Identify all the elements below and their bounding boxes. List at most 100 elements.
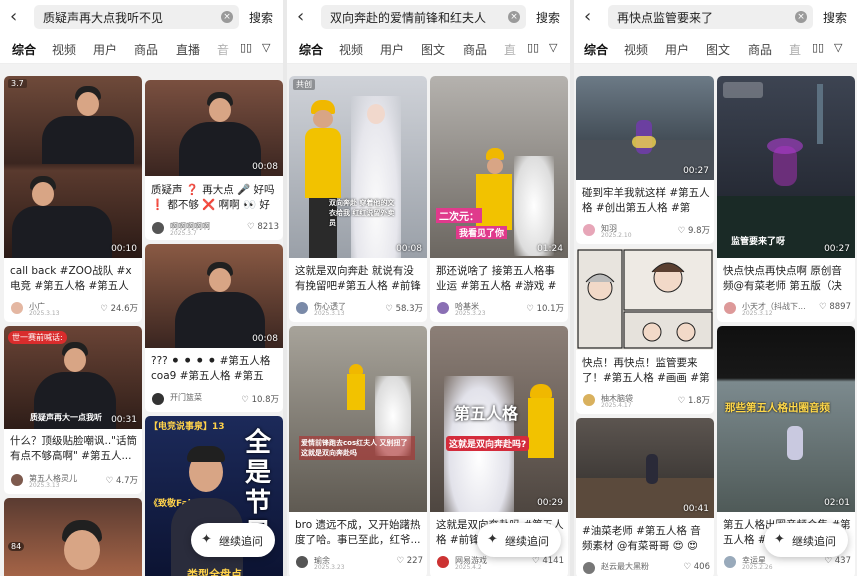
video-duration: 00:08 bbox=[252, 162, 278, 172]
video-thumbnail: 二次元： 我看见了你 01:24 bbox=[430, 76, 568, 258]
post-date: 2025.3.23 bbox=[314, 564, 345, 571]
video-card[interactable]: 84 bbox=[4, 498, 142, 576]
video-caption: 监管要来了呀 bbox=[731, 237, 786, 247]
video-card[interactable]: 00:41 #油菜老师 #第五人格 音频素材 @有菜哥哥 😍 😍 赵云最大黑粉 … bbox=[576, 418, 714, 576]
avatar[interactable] bbox=[151, 392, 165, 406]
filter-tabs: 综合 视频 用户 商品 直播 音 ▯▯ ▽ bbox=[0, 34, 283, 64]
tab-user[interactable]: 用户 bbox=[665, 41, 689, 58]
filter-icon[interactable]: ▽ bbox=[262, 42, 274, 54]
like-count: ♡ 10.8万 bbox=[241, 395, 279, 405]
video-card[interactable]: 00:08 ??? ⚫ ⚫ ⚫ ⚫ #第五人格coa9 #第五人格 #第五人..… bbox=[145, 244, 283, 412]
clear-icon[interactable]: × bbox=[508, 11, 520, 23]
video-caption-2: 我看见了你 bbox=[456, 226, 508, 239]
search-query: 双向奔赴的爱情前锋和红夫人 bbox=[330, 11, 487, 25]
video-card[interactable]: 共创 双向奔赴 穿着他的文衣给我 红红说留外卖员 00:08 这就是双向奔赴 就… bbox=[289, 76, 427, 322]
video-caption: 二次元： bbox=[436, 208, 482, 223]
video-meta: 第五人格灵儿 2025.3.13 ♡ 4.7万 bbox=[10, 473, 138, 489]
like-count: ♡ 406 bbox=[683, 562, 710, 572]
back-arrow-icon[interactable]: ‹ bbox=[297, 7, 313, 27]
tab-live[interactable]: 直播 bbox=[176, 41, 200, 58]
tab-goods[interactable]: 商品 bbox=[748, 41, 772, 58]
video-duration: 00:08 bbox=[252, 334, 278, 344]
video-duration: 00:08 bbox=[396, 244, 422, 254]
author-name[interactable]: 赵云最大黑粉 bbox=[601, 561, 649, 572]
video-meta: 小广 2025.3.13 ♡ 24.6万 bbox=[10, 301, 138, 317]
tab-video[interactable]: 视频 bbox=[339, 41, 363, 58]
search-button[interactable]: 搜索 bbox=[823, 9, 847, 26]
layout-icon[interactable]: ▯▯ bbox=[812, 42, 824, 54]
avatar[interactable] bbox=[582, 561, 596, 575]
video-card[interactable]: 00:27 碰到牢羊我就这样 #第五人格 #创出第五人格 #第五... 知羽 2… bbox=[576, 76, 714, 244]
search-input[interactable]: 双向奔赴的爱情前锋和红夫人 × bbox=[321, 5, 526, 29]
search-button[interactable]: 搜索 bbox=[249, 9, 273, 26]
avatar[interactable] bbox=[10, 301, 24, 315]
comic-illustration bbox=[577, 249, 713, 349]
filter-icon[interactable]: ▽ bbox=[834, 42, 846, 54]
tab-user[interactable]: 用户 bbox=[93, 41, 117, 58]
like-count: ♡ 8213 bbox=[247, 222, 279, 232]
layout-icon[interactable]: ▯▯ bbox=[240, 42, 252, 54]
count-badge: 3.7 bbox=[8, 79, 27, 88]
filter-icon[interactable]: ▽ bbox=[549, 42, 561, 54]
video-thumbnail: 爱情前锋跑去cos红夫人 又别扭了 这就是双向奔赴吗 bbox=[289, 326, 427, 512]
video-thumbnail: 3.7 00:10 bbox=[4, 76, 142, 258]
video-card[interactable]: 二次元： 我看见了你 01:24 那还说啥了 接第五人格事业运 #第五人格 #游… bbox=[430, 76, 568, 322]
video-card[interactable]: 世一赛前喊话: 质疑声再大一点我听 00:31 什么？顶级贴脸嘲讽.."话筒有点… bbox=[4, 326, 142, 494]
tab-goods[interactable]: 商品 bbox=[463, 41, 487, 58]
back-arrow-icon[interactable]: ‹ bbox=[10, 7, 26, 27]
tab-video[interactable]: 视频 bbox=[52, 41, 76, 58]
video-card[interactable]: 爱情前锋跑去cos红夫人 又别扭了 这就是双向奔赴吗 bro 遗远不成，又开始躇… bbox=[289, 326, 427, 576]
avatar[interactable] bbox=[723, 555, 737, 569]
layout-icon[interactable]: ▯▯ bbox=[527, 42, 539, 54]
video-thumbnail bbox=[576, 248, 714, 350]
like-count: ♡ 8897 bbox=[819, 302, 851, 312]
avatar[interactable] bbox=[151, 221, 165, 235]
sparkle-icon: ✦ bbox=[201, 532, 212, 547]
post-date: 2025.4.17 bbox=[601, 402, 632, 409]
video-card[interactable]: 快点！再快点！监管要来了！#第五人格 #画画 #第五... 柚木脑袋 2025.… bbox=[576, 248, 714, 414]
avatar[interactable] bbox=[436, 301, 450, 315]
search-input[interactable]: 质疑声再大点我听不见 × bbox=[34, 5, 239, 29]
follow-up-button[interactable]: ✦ 继续追问 bbox=[764, 523, 848, 557]
back-arrow-icon[interactable]: ‹ bbox=[584, 7, 600, 27]
like-count: ♡ 227 bbox=[396, 556, 423, 566]
video-thumbnail: 共创 双向奔赴 穿着他的文衣给我 红红说留外卖员 00:08 bbox=[289, 76, 427, 258]
avatar[interactable] bbox=[582, 223, 596, 237]
like-count: ♡ 4141 bbox=[532, 556, 564, 566]
author-name[interactable]: 开门篮菜 bbox=[170, 392, 202, 403]
like-count: ♡ 4.7万 bbox=[105, 476, 138, 486]
video-thumbnail: 监管要来了呀 00:27 bbox=[717, 76, 855, 258]
avatar[interactable] bbox=[723, 301, 737, 315]
avatar[interactable] bbox=[10, 473, 24, 487]
tab-comprehensive[interactable]: 综合 bbox=[12, 41, 36, 58]
follow-up-button[interactable]: ✦ 继续追问 bbox=[477, 523, 561, 557]
follow-up-button[interactable]: ✦ 继续追问 bbox=[191, 523, 275, 557]
tab-goods[interactable]: 商品 bbox=[134, 41, 158, 58]
video-card[interactable]: 3.7 00:10 call back #ZOO战队 #x电竞 #第五人格 #第… bbox=[4, 76, 142, 322]
like-count: ♡ 437 bbox=[824, 556, 851, 566]
clear-icon[interactable]: × bbox=[221, 11, 233, 23]
video-meta: 小天才（抖战下... 2025.3.12 ♡ 8897 bbox=[723, 301, 851, 317]
video-title: 质疑声 ❓ 再大点 🎤 好吗 ❗ 都不够 ❌ 啊啊 👀 好吗 #深... bbox=[151, 184, 275, 211]
video-thumbnail: 84 bbox=[4, 498, 142, 576]
tab-image-text[interactable]: 图文 bbox=[706, 41, 730, 58]
video-card[interactable]: 00:08 质疑声 ❓ 再大点 🎤 好吗 ❗ 都不够 ❌ 啊啊 👀 好吗 #深.… bbox=[145, 80, 283, 240]
tab-video[interactable]: 视频 bbox=[624, 41, 648, 58]
tab-comprehensive[interactable]: 综合 bbox=[299, 41, 323, 58]
video-duration: 00:29 bbox=[537, 498, 563, 508]
video-thumbnail: 世一赛前喊话: 质疑声再大一点我听 00:31 bbox=[4, 326, 142, 429]
video-card[interactable]: 监管要来了呀 00:27 快点快点再快点啊 原创音频@有菜老师 第五版（决心..… bbox=[717, 76, 855, 322]
post-date: 2025.3.13 bbox=[29, 310, 60, 317]
clear-icon[interactable]: × bbox=[795, 11, 807, 23]
tab-comprehensive[interactable]: 综合 bbox=[584, 41, 608, 58]
avatar[interactable] bbox=[582, 393, 596, 407]
avatar[interactable] bbox=[436, 555, 450, 569]
avatar[interactable] bbox=[295, 555, 309, 569]
video-caption: 爱情前锋跑去cos红夫人 又别扭了 这就是双向奔赴吗 bbox=[299, 436, 415, 460]
avatar[interactable] bbox=[295, 301, 309, 315]
tab-image-text[interactable]: 图文 bbox=[421, 41, 445, 58]
search-button[interactable]: 搜索 bbox=[536, 9, 560, 26]
video-meta: 哈基米 2025.3.23 ♡ 10.1万 bbox=[436, 301, 564, 317]
search-input[interactable]: 再快点监管要来了 × bbox=[608, 5, 813, 29]
tab-user[interactable]: 用户 bbox=[380, 41, 404, 58]
